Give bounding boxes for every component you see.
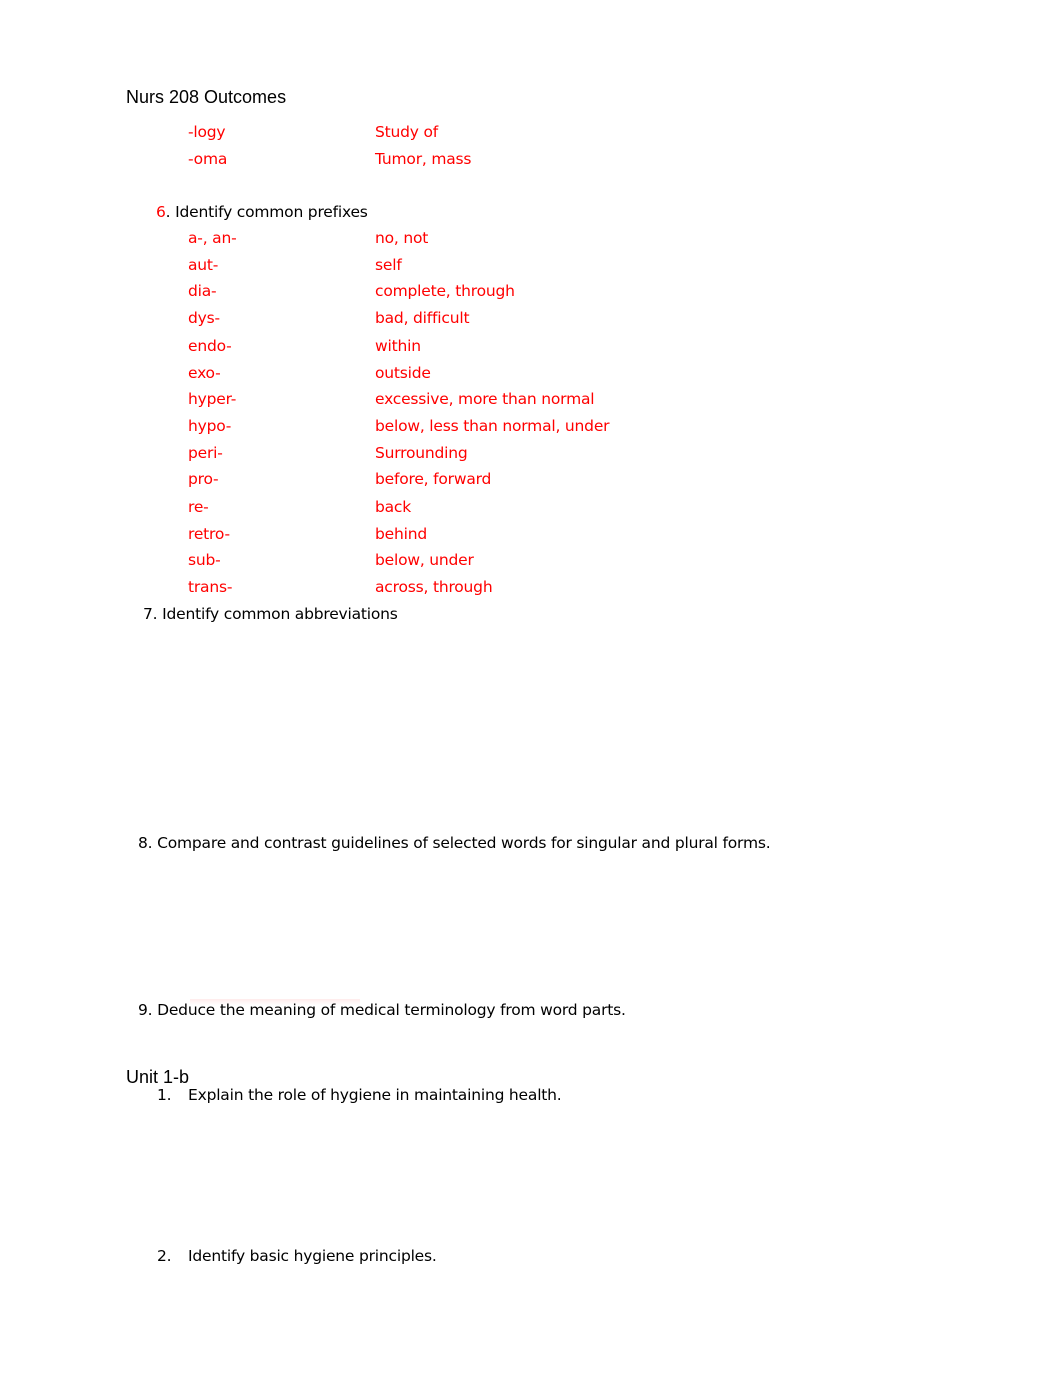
prefix-meaning: before, forward <box>375 470 492 488</box>
prefix-term: retro- <box>188 525 230 543</box>
outcome-text: . Identify common prefixes <box>165 203 368 221</box>
prefix-meaning: excessive, more than normal <box>375 390 595 408</box>
suffix-meaning: Study of <box>375 123 439 141</box>
unit-item-number: 2. <box>157 1247 172 1265</box>
outcome-7: 7. Identify common abbreviations <box>143 605 398 623</box>
outcome-9: 9. Deduce the meaning of medical termino… <box>138 1001 626 1019</box>
prefix-term: dia- <box>188 282 217 300</box>
prefix-term: trans- <box>188 578 233 596</box>
prefix-term: hyper- <box>188 390 237 408</box>
suffix-meaning: Tumor, mass <box>375 150 472 168</box>
prefix-meaning: self <box>375 256 402 274</box>
document-page: Nurs 208 Outcomes -logy Study of -oma Tu… <box>0 0 1062 1376</box>
prefix-meaning: across, through <box>375 578 493 596</box>
prefix-term: pro- <box>188 470 219 488</box>
prefix-meaning: below, under <box>375 551 474 569</box>
unit-item-text: Explain the role of hygiene in maintaini… <box>188 1086 562 1104</box>
unit-item-number: 1. <box>157 1086 172 1104</box>
prefix-term: exo- <box>188 364 221 382</box>
prefix-term: sub- <box>188 551 221 569</box>
prefix-meaning: Surrounding <box>375 444 468 462</box>
prefix-meaning: within <box>375 337 421 355</box>
suffix-term: -logy <box>188 123 226 141</box>
prefix-meaning: back <box>375 498 412 516</box>
suffix-term: -oma <box>188 150 228 168</box>
outcome-6-heading: 6. Identify common prefixes <box>156 203 368 221</box>
prefix-term: dys- <box>188 309 220 327</box>
unit-heading: Unit 1-b <box>126 1067 190 1087</box>
document-title: Nurs 208 Outcomes <box>126 87 287 107</box>
prefix-meaning: bad, difficult <box>375 309 470 327</box>
prefix-term: re- <box>188 498 209 516</box>
prefix-meaning: below, less than normal, under <box>375 417 610 435</box>
prefix-term: aut- <box>188 256 219 274</box>
prefix-meaning: no, not <box>375 229 429 247</box>
outcome-8: 8. Compare and contrast guidelines of se… <box>138 834 771 852</box>
outcome-number: 6 <box>156 203 166 221</box>
prefix-term: a-, an- <box>188 229 237 247</box>
prefix-term: peri- <box>188 444 223 462</box>
prefix-meaning: outside <box>375 364 431 382</box>
prefix-meaning: complete, through <box>375 282 515 300</box>
prefix-term: endo- <box>188 337 232 355</box>
prefix-meaning: behind <box>375 525 427 543</box>
prefix-term: hypo- <box>188 417 232 435</box>
unit-item-text: Identify basic hygiene principles. <box>188 1247 437 1265</box>
